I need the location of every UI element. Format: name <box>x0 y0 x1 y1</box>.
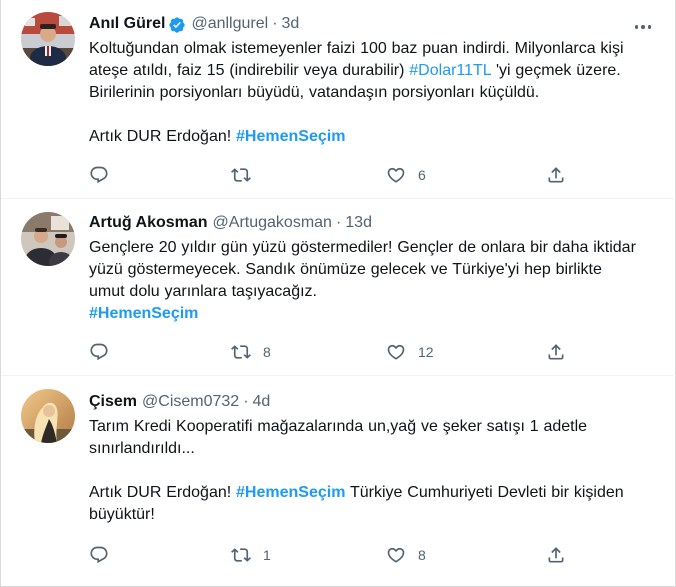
tweet-actions: 8 12 <box>81 335 581 369</box>
like-button[interactable]: 12 <box>386 335 434 369</box>
hashtag-link[interactable]: #Dolar11TL <box>409 62 491 79</box>
text-line: büyüktür! <box>89 504 657 526</box>
tweet[interactable]: Çisem @Cisem0732 · 4d Tarım Kredi Kooper… <box>1 376 676 587</box>
text-segment: Artık DUR Erdoğan! <box>89 128 237 145</box>
separator-dot: · <box>335 214 342 231</box>
reply-icon <box>90 546 108 564</box>
share-icon <box>548 167 564 183</box>
like-count: 8 <box>418 547 426 563</box>
author-handle[interactable]: @anllgurel <box>191 12 268 36</box>
share-icon <box>548 344 564 360</box>
author-handle[interactable]: @Artugakosman <box>213 211 332 235</box>
text-line: yüzü göstermeyecek. Sandık önümüze gelec… <box>89 259 657 281</box>
tweet-text: Gençlere 20 yıldır gün yüzü göstermedile… <box>89 237 657 325</box>
tweet-header: Anıl Gürel @anllgurel · 3d <box>89 12 657 36</box>
text-line: umut dolu yarınlara taşıyacağız. <box>89 281 657 303</box>
text-segment: 'yi geçmek üzere. <box>491 62 621 79</box>
text-segment: umut dolu yarınlara taşıyacağız. <box>89 283 317 300</box>
text-segment: sınırlandırıldı... <box>89 440 195 457</box>
author-name[interactable]: Anıl Gürel <box>89 12 165 36</box>
timeline: Anıl Gürel @anllgurel · 3d Koltuğundan o… <box>0 0 676 587</box>
avatar[interactable] <box>21 12 75 66</box>
share-button[interactable] <box>546 335 566 369</box>
text-line: Birilerinin porsiyonları büyüdü, vatanda… <box>89 82 657 104</box>
tweet-text: Tarım Kredi Kooperatifi mağazalarında un… <box>89 416 657 526</box>
like-icon <box>387 547 405 563</box>
retweet-count: 1 <box>263 547 271 563</box>
separator-dot: · <box>243 393 249 410</box>
tweet-text: Koltuğundan olmak istemeyenler faizi 100… <box>89 38 657 148</box>
text-segment: yüzü göstermeyecek. Sandık önümüze gelec… <box>89 261 602 278</box>
text-segment: Türkiye Cumhuriyeti Devleti bir kişiden <box>345 484 624 501</box>
retweet-button[interactable] <box>231 158 263 192</box>
retweet-button[interactable]: 1 <box>231 538 271 572</box>
author-name[interactable]: Çisem <box>89 390 137 414</box>
hashtag-link[interactable]: #HemenSeçim <box>89 305 198 322</box>
text-segment: ateşe atıldı, faiz 15 (indirebilir veya … <box>89 62 410 79</box>
like-icon <box>387 344 405 360</box>
text-line: Koltuğundan olmak istemeyenler faizi 100… <box>89 38 657 60</box>
text-segment: Birilerinin porsiyonları büyüdü, vatanda… <box>89 84 540 101</box>
like-button[interactable]: 6 <box>386 158 426 192</box>
text-segment: Gençlere 20 yıldır gün yüzü göstermedile… <box>89 239 636 256</box>
like-count: 12 <box>418 344 434 360</box>
text-line: Tarım Kredi Kooperatifi mağazalarında un… <box>89 416 657 438</box>
hashtag-link[interactable]: #HemenSeçim <box>236 128 345 145</box>
retweet-icon <box>231 168 251 182</box>
text-segment: Koltuğundan olmak istemeyenler faizi 100… <box>89 40 624 57</box>
separator-dot: · <box>272 15 278 32</box>
text-line: sınırlandırıldı... <box>89 438 657 460</box>
author-name[interactable]: Artuğ Akosman <box>89 211 208 235</box>
tweet-time[interactable]: 13d <box>345 211 372 235</box>
retweet-icon <box>231 345 251 359</box>
verified-badge-icon <box>169 16 186 33</box>
tweet-time[interactable]: 4d <box>253 390 271 414</box>
tweet-content: Anıl Gürel @anllgurel · 3d Koltuğundan o… <box>89 12 657 148</box>
share-button[interactable] <box>546 158 566 192</box>
text-line: ateşe atıldı, faiz 15 (indirebilir veya … <box>89 60 657 82</box>
tweet[interactable]: Anıl Gürel @anllgurel · 3d Koltuğundan o… <box>1 0 676 199</box>
tweet-time[interactable]: 3d <box>282 12 300 36</box>
text-segment: Tarım Kredi Kooperatifi mağazalarında un… <box>89 418 588 435</box>
share-button[interactable] <box>546 538 566 572</box>
avatar[interactable] <box>21 389 75 443</box>
more-icon[interactable] <box>631 22 655 32</box>
text-line: Artık DUR Erdoğan! #HemenSeçim <box>89 126 657 148</box>
retweet-count: 8 <box>263 344 271 360</box>
hashtag-link[interactable]: #HemenSeçim <box>236 484 345 501</box>
like-icon <box>387 167 405 183</box>
reply-button[interactable] <box>89 158 121 192</box>
tweet[interactable]: Artuğ Akosman @Artugakosman · 13d Gençle… <box>1 199 676 376</box>
reply-icon <box>90 166 108 184</box>
reply-icon <box>90 343 108 361</box>
tweet-header: Çisem @Cisem0732 · 4d <box>89 390 657 414</box>
text-line: Artık DUR Erdoğan! #HemenSeçim Türkiye C… <box>89 482 657 504</box>
text-line: #HemenSeçim <box>89 303 657 325</box>
tweet-content: Artuğ Akosman @Artugakosman · 13d Gençle… <box>89 211 657 325</box>
tweet-actions: 6 <box>81 158 581 192</box>
tweet-actions: 1 8 <box>81 538 581 572</box>
like-button[interactable]: 8 <box>386 538 426 572</box>
retweet-icon <box>231 548 251 562</box>
retweet-button[interactable]: 8 <box>231 335 271 369</box>
reply-button[interactable] <box>89 538 121 572</box>
text-line: Gençlere 20 yıldır gün yüzü göstermedile… <box>89 237 657 259</box>
text-segment: büyüktür! <box>89 506 155 523</box>
like-count: 6 <box>418 167 426 183</box>
tweet-content: Çisem @Cisem0732 · 4d Tarım Kredi Kooper… <box>89 390 657 526</box>
tweet-header: Artuğ Akosman @Artugakosman · 13d <box>89 211 657 235</box>
reply-button[interactable] <box>89 335 121 369</box>
text-segment: Artık DUR Erdoğan! <box>89 484 237 501</box>
share-icon <box>548 547 564 563</box>
author-handle[interactable]: @Cisem0732 <box>142 390 239 414</box>
avatar[interactable] <box>21 212 75 266</box>
